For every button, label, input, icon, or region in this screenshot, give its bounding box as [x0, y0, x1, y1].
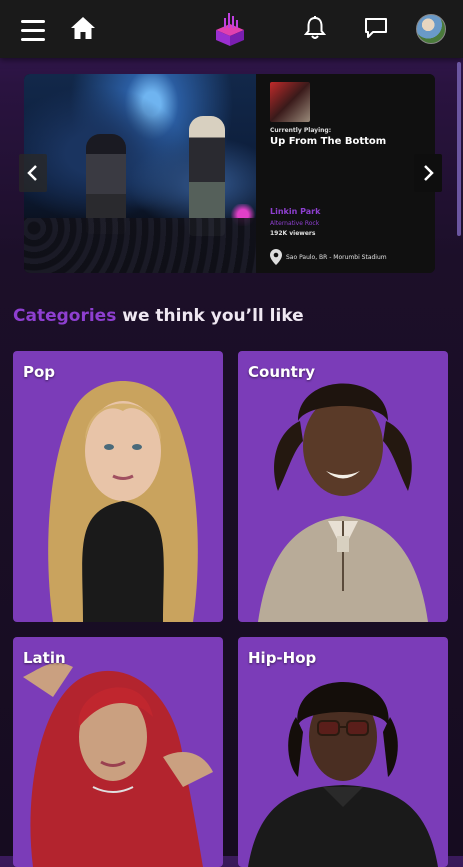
chevron-left-icon [27, 165, 37, 181]
chevron-right-icon [424, 165, 434, 181]
bell-icon[interactable] [303, 16, 327, 40]
hiphop-artist-image [248, 682, 438, 867]
location-label: Sao Paulo, BR - Morumbi Stadium [286, 254, 387, 261]
viewer-count: 192K viewers [270, 230, 316, 237]
avatar[interactable] [416, 14, 446, 44]
carousel-next-button[interactable] [414, 154, 442, 192]
chat-icon[interactable] [364, 17, 388, 39]
categories-heading-accent: Categories [13, 306, 117, 326]
now-playing-panel: Currently Playing: Up From The Bottom Li… [256, 74, 435, 273]
categories-heading: Categories we think you’ll like [13, 306, 304, 326]
country-artist-image [258, 383, 428, 622]
now-playing-label: Currently Playing: [270, 127, 332, 134]
category-card-country[interactable]: Country [238, 351, 448, 622]
track-title[interactable]: Up From The Bottom [270, 136, 386, 147]
logo-icon[interactable] [214, 12, 246, 46]
category-label-hiphop: Hip-Hop [248, 649, 317, 667]
pop-artist-image [48, 381, 198, 622]
featured-carousel[interactable]: Currently Playing: Up From The Bottom Li… [24, 74, 435, 273]
category-card-pop[interactable]: Pop [13, 351, 223, 622]
concert-image [24, 74, 257, 273]
category-label-pop: Pop [23, 363, 56, 381]
genre-label: Alternative Rock [270, 220, 320, 227]
menu-icon[interactable] [21, 20, 45, 41]
latin-artist-image [23, 662, 213, 867]
scrollbar[interactable] [457, 62, 461, 236]
location-pin-icon [270, 249, 282, 265]
album-art [270, 82, 310, 122]
categories-heading-rest: we think you’ll like [122, 306, 304, 326]
artist-name[interactable]: Linkin Park [270, 207, 320, 216]
top-nav-bar [0, 0, 463, 58]
category-label-latin: Latin [23, 649, 66, 667]
category-card-latin[interactable]: Latin [13, 637, 223, 867]
carousel-prev-button[interactable] [19, 154, 47, 192]
category-card-hiphop[interactable]: Hip-Hop [238, 637, 448, 867]
home-icon[interactable] [70, 16, 96, 40]
category-label-country: Country [248, 363, 316, 381]
